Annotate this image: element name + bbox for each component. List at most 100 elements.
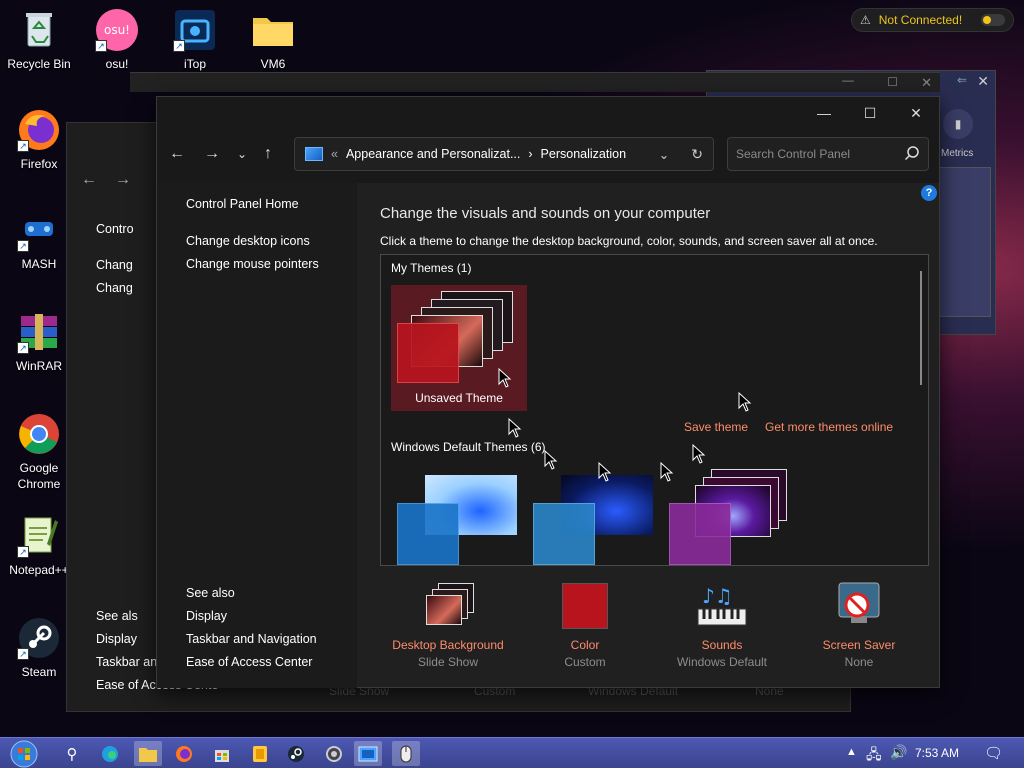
control-panel-home-link[interactable]: Control Panel Home — [186, 197, 299, 211]
forward-arrow-icon[interactable]: → — [115, 171, 131, 189]
taskbar: ⚲ ▲ 🖧 🔊 7:53 AM 🗨 — [0, 737, 1024, 768]
background-link[interactable]: Chang — [96, 258, 133, 272]
ease-of-access-link[interactable]: Ease of Access Center — [186, 655, 312, 669]
setting-value: None — [844, 655, 874, 669]
network-tray-icon[interactable]: 🖧 — [866, 744, 882, 768]
back-arrow-icon: ← — [169, 145, 185, 162]
themes-list[interactable]: My Themes (1) Unsaved Theme Save theme G… — [380, 254, 929, 566]
help-button[interactable]: ? — [921, 185, 937, 201]
volume-icon[interactable]: 🔊 — [890, 744, 907, 761]
forward-button[interactable]: → — [204, 145, 220, 163]
recent-locations-button[interactable]: ⌄ — [237, 147, 247, 161]
scrollbar-thumb[interactable] — [920, 271, 922, 385]
breadcrumb-separator: › — [528, 147, 533, 161]
desktop-background-setting[interactable]: Desktop Background Slide Show — [380, 581, 516, 671]
notepadpp-icon: ↗ — [17, 514, 61, 558]
minimize-button[interactable]: — — [801, 97, 847, 129]
search-input[interactable] — [736, 147, 904, 161]
windows-dark-theme-tile[interactable] — [533, 473, 655, 565]
maximize-icon: ☐ — [863, 104, 877, 121]
app-icon — [253, 745, 267, 762]
folder-icon — [139, 747, 157, 762]
cursor-icon — [508, 418, 522, 438]
save-theme-link[interactable]: Save theme — [684, 420, 748, 434]
start-button[interactable] — [8, 740, 40, 767]
store-icon — [215, 749, 229, 762]
control-panel-icon — [305, 147, 323, 161]
background-window-titlebar: ☐ — ✕ — [130, 72, 940, 92]
setting-value: Custom — [564, 655, 606, 669]
taskbar-steam[interactable] — [282, 741, 310, 766]
desktop-icon-osu[interactable]: osu! ↗ osu! — [79, 8, 155, 72]
display-link[interactable]: Display — [186, 609, 227, 623]
up-button[interactable]: ↑ — [264, 145, 272, 163]
window-titlebar: — ☐ ✕ — [157, 97, 939, 129]
personalization-window: — ☐ ✕ ← → ⌄ ↑ « Appearance and Personali… — [156, 96, 940, 688]
firefox-icon: ↗ — [17, 108, 61, 152]
address-dropdown-icon[interactable]: ⌄ — [659, 147, 669, 162]
background-link[interactable]: Chang — [96, 281, 133, 295]
taskbar-navigation-link[interactable]: Taskbar and Navigation — [186, 632, 317, 646]
background-link[interactable]: Display — [96, 632, 137, 646]
taskbar-search-button[interactable]: ⚲ — [58, 741, 86, 766]
close-icon[interactable]: ✕ — [921, 75, 932, 91]
back-arrow-icon[interactable]: ← — [81, 171, 97, 189]
cursor-icon — [498, 368, 512, 388]
network-status-widget[interactable]: ⚠ Not Connected! — [851, 8, 1014, 32]
change-mouse-pointers-link[interactable]: Change mouse pointers — [186, 257, 319, 271]
minimize-icon[interactable]: — — [842, 73, 854, 87]
metrics-label: Metrics — [941, 148, 974, 159]
network-warning-icon: ⚠ — [860, 13, 871, 27]
taskbar-store[interactable] — [208, 741, 236, 766]
refresh-icon[interactable]: ↻ — [691, 146, 703, 163]
control-panel-icon — [358, 746, 378, 761]
network-toggle[interactable] — [981, 14, 1005, 26]
search-icon[interactable] — [904, 145, 920, 164]
breadcrumb-parent[interactable]: Appearance and Personalizat... — [346, 147, 520, 161]
taskbar-control-panel[interactable] — [354, 741, 382, 766]
background-link[interactable]: Taskbar and — [96, 655, 164, 669]
screen-saver-icon — [833, 581, 885, 629]
navigation-bar: ← → ⌄ ↑ « Appearance and Personalizat...… — [157, 137, 939, 171]
taskbar-clock[interactable]: 7:53 AM — [915, 746, 959, 760]
sidebar: Control Panel Home Change desktop icons … — [157, 183, 357, 688]
screen-saver-setting[interactable]: Screen Saver None — [791, 581, 927, 671]
desktop-icon-vm6[interactable]: VM6 — [235, 8, 311, 72]
mouse-icon — [400, 745, 412, 762]
sounds-setting[interactable]: ♪♫ Sounds Windows Default — [654, 581, 790, 671]
taskbar-edge[interactable] — [96, 741, 124, 766]
search-icon: ⚲ — [66, 745, 78, 763]
cursor-icon — [660, 462, 674, 482]
search-box[interactable] — [727, 137, 929, 171]
desktop-icon-recycle-bin[interactable]: Recycle Bin — [1, 8, 77, 72]
desktop-icon-itop[interactable]: ↗ iTop — [157, 8, 233, 72]
background-link[interactable]: Contro — [96, 222, 134, 236]
firefox-icon — [176, 745, 192, 762]
setting-title: Sounds — [701, 638, 743, 652]
taskbar-firefox[interactable] — [170, 741, 198, 766]
back-button[interactable]: ← — [169, 145, 185, 163]
address-bar[interactable]: « Appearance and Personalizat... › Perso… — [294, 137, 714, 171]
unsaved-theme-tile[interactable]: Unsaved Theme — [391, 285, 527, 411]
windows-theme-tile[interactable] — [397, 473, 519, 565]
taskbar-app[interactable] — [246, 741, 274, 766]
maximize-icon[interactable]: ☐ — [887, 75, 898, 89]
breadcrumb-current[interactable]: Personalization — [541, 147, 626, 161]
default-themes-heading: Windows Default Themes (6) — [391, 440, 546, 454]
show-hidden-icons-button[interactable]: ▲ — [846, 746, 857, 758]
taskbar-app-circle[interactable] — [320, 741, 348, 766]
change-desktop-icons-link[interactable]: Change desktop icons — [186, 234, 310, 248]
close-icon[interactable]: ✕ — [977, 73, 989, 90]
taskbar-file-explorer[interactable] — [134, 741, 162, 766]
maximize-button[interactable]: ☐ — [847, 97, 893, 129]
recycle-bin-icon — [17, 8, 61, 52]
get-more-themes-link[interactable]: Get more themes online — [765, 420, 893, 434]
back-arrow-icon[interactable]: ⇐ — [957, 73, 967, 87]
taskbar-mouse-app[interactable] — [392, 741, 420, 766]
glow-theme-tile[interactable] — [669, 469, 791, 565]
cursor-icon — [598, 462, 612, 482]
color-setting[interactable]: Color Custom — [517, 581, 653, 671]
close-button[interactable]: ✕ — [893, 97, 939, 129]
notifications-icon[interactable]: 🗨 — [984, 744, 1003, 762]
desktop-icon-label: VM6 — [260, 57, 286, 71]
